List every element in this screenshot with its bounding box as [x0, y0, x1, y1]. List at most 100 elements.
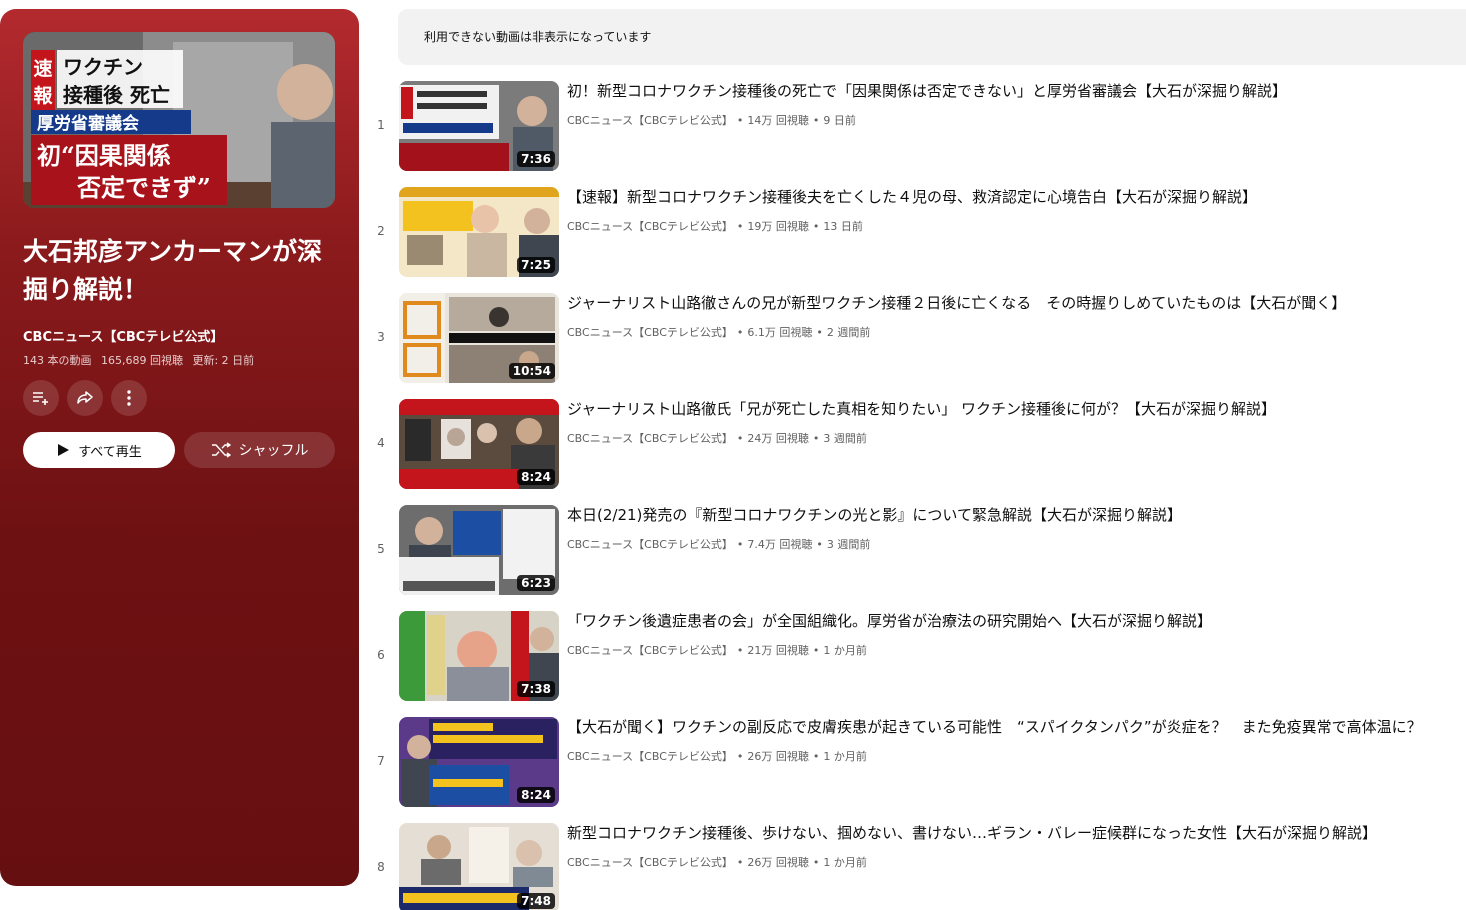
- video-duration: 7:38: [517, 681, 555, 697]
- video-views: 14万 回視聴: [747, 114, 809, 127]
- video-index: 2: [377, 224, 385, 238]
- video-index: 8: [377, 860, 385, 874]
- add-to-queue-icon: [33, 392, 48, 405]
- video-duration: 7:25: [517, 257, 555, 273]
- play-all-button[interactable]: すべて再生: [23, 432, 175, 468]
- video-meta: CBCニュース【CBCテレビ公式】 • 24万 回視聴 • 3 週間前: [567, 432, 867, 445]
- more-actions-button[interactable]: [111, 380, 147, 416]
- video-age: 2 週間前: [826, 326, 871, 339]
- video-views: 26万 回視聴: [747, 750, 809, 763]
- video-channel[interactable]: CBCニュース【CBCテレビ公式】: [567, 114, 733, 127]
- thumb-line-3: 厚労省審議会: [37, 113, 139, 134]
- thumb-tag-1: 速: [33, 57, 52, 80]
- playlist-video-item[interactable]: 6 7:38 「ワクチン後遺症患者の会」が全国組織化。厚労省が治療法の研究開始へ…: [370, 611, 1466, 717]
- playlist-channel-link[interactable]: CBCニュース【CBCテレビ公式】: [23, 326, 223, 345]
- video-meta: CBCニュース【CBCテレビ公式】 • 19万 回視聴 • 13 日前: [567, 220, 863, 233]
- video-duration: 8:24: [517, 469, 555, 485]
- thumb-line-2: 接種後 死亡: [63, 83, 170, 107]
- video-thumbnail[interactable]: 10:54: [399, 293, 559, 383]
- video-index: 4: [377, 436, 385, 450]
- video-age: 1 か月前: [823, 750, 867, 763]
- share-button[interactable]: [67, 380, 103, 416]
- video-duration: 8:24: [517, 787, 555, 803]
- play-icon: [58, 444, 70, 456]
- playlist-video-item[interactable]: 8 7:48 新型コロナワクチン接種後、歩けない、掴めない、書けない…ギラン・バ…: [370, 823, 1466, 910]
- playlist-video-item[interactable]: 1 7:36 初！新型コロナワクチン接種後の死亡で「因果関係は否定できない」と厚…: [370, 81, 1466, 187]
- video-age: 9 日前: [823, 114, 856, 127]
- play-all-label: すべて再生: [78, 444, 142, 460]
- updated-date: 更新: 2 日前: [192, 354, 255, 367]
- video-meta: CBCニュース【CBCテレビ公式】 • 26万 回視聴 • 1 か月前: [567, 856, 867, 869]
- video-age: 13 日前: [823, 220, 863, 233]
- playlist-video-item[interactable]: 4 8:24 ジャーナリスト山路徹氏「兄が死亡した真相を知りたい」 ワクチン接種…: [370, 399, 1466, 505]
- video-channel[interactable]: CBCニュース【CBCテレビ公式】: [567, 644, 733, 657]
- video-duration: 10:54: [508, 363, 555, 379]
- video-index: 3: [377, 330, 385, 344]
- thumb-line-1: ワクチン: [63, 55, 143, 79]
- video-title[interactable]: ジャーナリスト山路徹さんの兄が新型ワクチン接種２日後に亡くなる その時握りしめて…: [567, 293, 1466, 313]
- video-duration: 7:36: [517, 151, 555, 167]
- playlist-video-item[interactable]: 3 10:54 ジャーナリスト山路徹さんの兄が新型ワクチン接種２日後に亡くなる …: [370, 293, 1466, 399]
- video-title[interactable]: 新型コロナワクチン接種後、歩けない、掴めない、書けない…ギラン・バレー症候群にな…: [567, 823, 1466, 843]
- video-thumbnail[interactable]: 7:36: [399, 81, 559, 171]
- hidden-videos-notice: 利用できない動画は非表示になっています: [398, 9, 1466, 65]
- video-age: 1 か月前: [823, 644, 867, 657]
- video-thumbnail[interactable]: 8:24: [399, 399, 559, 489]
- thumb-line-4: 初“因果関係: [37, 141, 171, 170]
- video-count: 143 本の動画: [23, 354, 92, 367]
- shuffle-icon: [211, 442, 231, 458]
- thumb-tag-2: 報: [33, 84, 53, 107]
- video-duration: 6:23: [517, 575, 555, 591]
- video-age: 3 週間前: [826, 538, 871, 551]
- video-meta: CBCニュース【CBCテレビ公式】 • 21万 回視聴 • 1 か月前: [567, 644, 867, 657]
- video-age: 3 週間前: [823, 432, 867, 445]
- video-channel[interactable]: CBCニュース【CBCテレビ公式】: [567, 432, 733, 445]
- video-views: 24万 回視聴: [747, 432, 809, 445]
- more-icon: [127, 390, 131, 406]
- thumb-line-5: 否定できず”: [76, 173, 211, 202]
- playlist-video-list: 1 7:36 初！新型コロナワクチン接種後の死亡で「因果関係は否定できない」と厚…: [370, 81, 1466, 910]
- video-views: 26万 回視聴: [747, 856, 809, 869]
- playlist-thumbnail[interactable]: 速 報 ワクチン 接種後 死亡 厚労省審議会 初“因果関係 否定できず”: [23, 32, 335, 208]
- video-title[interactable]: 【速報】新型コロナワクチン接種後夫を亡くした４児の母、救済認定に心境告白【大石が…: [567, 187, 1466, 207]
- shuffle-button[interactable]: シャッフル: [184, 432, 335, 468]
- view-count: 165,689 回視聴: [101, 354, 183, 367]
- share-icon: [77, 391, 93, 404]
- save-to-library-button[interactable]: [23, 380, 59, 416]
- video-views: 6.1万 回視聴: [747, 326, 813, 339]
- playlist-stats: 143 本の動画 165,689 回視聴 更新: 2 日前: [23, 352, 254, 368]
- video-views: 21万 回視聴: [747, 644, 809, 657]
- video-thumbnail[interactable]: 7:38: [399, 611, 559, 701]
- playlist-header-panel: 速 報 ワクチン 接種後 死亡 厚労省審議会 初“因果関係 否定できず” 大石邦…: [0, 9, 359, 886]
- video-thumbnail[interactable]: 7:48: [399, 823, 559, 910]
- playlist-title: 大石邦彦アンカーマンが深掘り解説！: [23, 237, 323, 304]
- video-title[interactable]: 初！新型コロナワクチン接種後の死亡で「因果関係は否定できない」と厚労省審議会【大…: [567, 81, 1466, 101]
- video-thumbnail[interactable]: 6:23: [399, 505, 559, 595]
- video-index: 6: [377, 648, 385, 662]
- video-channel[interactable]: CBCニュース【CBCテレビ公式】: [567, 326, 733, 339]
- shuffle-label: シャッフル: [238, 443, 309, 459]
- video-meta: CBCニュース【CBCテレビ公式】 • 7.4万 回視聴 • 3 週間前: [567, 538, 871, 551]
- video-thumbnail[interactable]: 7:25: [399, 187, 559, 277]
- video-title[interactable]: 「ワクチン後遺症患者の会」が全国組織化。厚労省が治療法の研究開始へ【大石が深掘り…: [567, 611, 1466, 631]
- playlist-thumbnail-art: 速 報 ワクチン 接種後 死亡 厚労省審議会 初“因果関係 否定できず”: [23, 32, 335, 208]
- video-channel[interactable]: CBCニュース【CBCテレビ公式】: [567, 538, 733, 551]
- playlist-video-item[interactable]: 2 7:25 【速報】新型コロナワクチン接種後夫を亡くした４児の母、救済認定に心…: [370, 187, 1466, 293]
- video-title[interactable]: 【大石が聞く】ワクチンの副反応で皮膚疾患が起きている可能性 “スパイクタンパク”…: [567, 717, 1466, 737]
- video-meta: CBCニュース【CBCテレビ公式】 • 14万 回視聴 • 9 日前: [567, 114, 856, 127]
- video-index: 1: [377, 118, 385, 132]
- video-meta: CBCニュース【CBCテレビ公式】 • 6.1万 回視聴 • 2 週間前: [567, 326, 871, 339]
- playlist-video-item[interactable]: 5 6:23 本日(2/21)発売の『新型コロナワクチンの光と影』について緊急解…: [370, 505, 1466, 611]
- video-title[interactable]: 本日(2/21)発売の『新型コロナワクチンの光と影』について緊急解説【大石が深掘…: [567, 505, 1466, 525]
- video-thumbnail[interactable]: 8:24: [399, 717, 559, 807]
- video-channel[interactable]: CBCニュース【CBCテレビ公式】: [567, 856, 733, 869]
- video-index: 5: [377, 542, 385, 556]
- video-channel[interactable]: CBCニュース【CBCテレビ公式】: [567, 220, 733, 233]
- video-views: 19万 回視聴: [747, 220, 809, 233]
- video-channel[interactable]: CBCニュース【CBCテレビ公式】: [567, 750, 733, 763]
- video-title[interactable]: ジャーナリスト山路徹氏「兄が死亡した真相を知りたい」 ワクチン接種後に何が？【大…: [567, 399, 1466, 419]
- video-duration: 7:48: [517, 893, 555, 909]
- playlist-video-item[interactable]: 7 8:24 【大石が聞く】ワクチンの副反応で皮膚疾患が起きている可能性 “スパ…: [370, 717, 1466, 823]
- video-age: 1 か月前: [823, 856, 867, 869]
- video-views: 7.4万 回視聴: [747, 538, 813, 551]
